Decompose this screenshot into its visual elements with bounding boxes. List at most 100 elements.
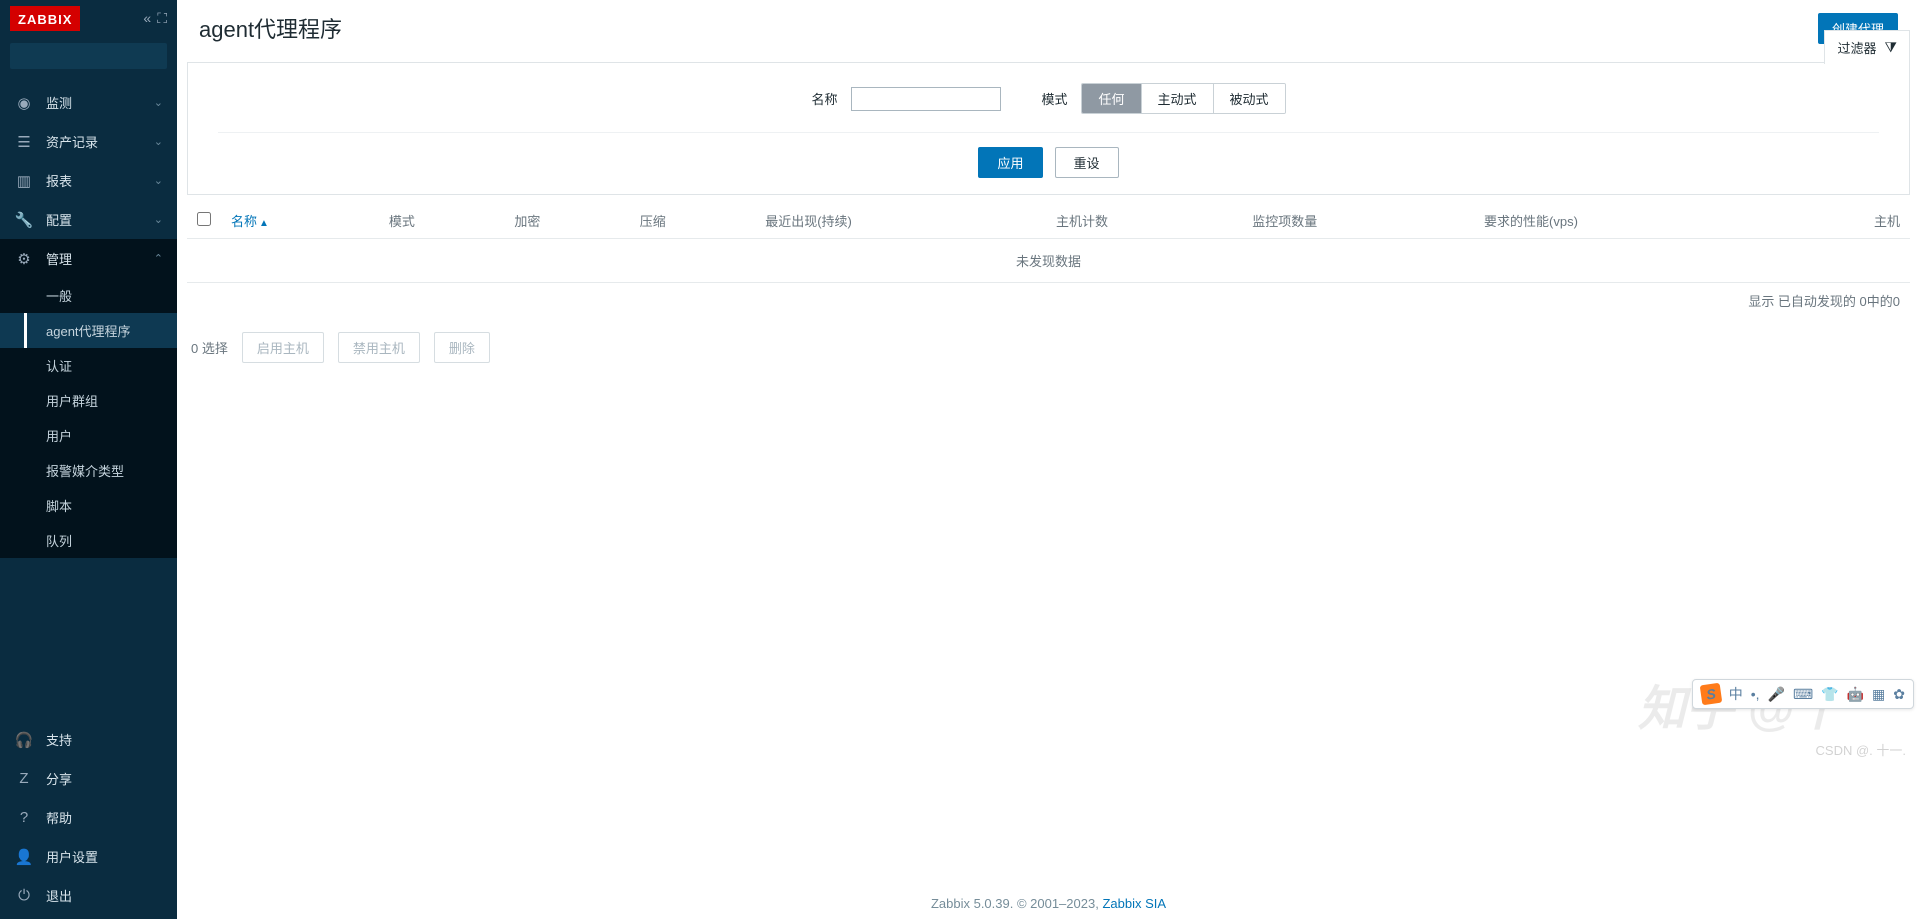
footer-link[interactable]: Zabbix SIA [1102, 896, 1166, 911]
chevron-down-icon: ⌄ [154, 135, 163, 148]
search-input[interactable] [18, 49, 194, 64]
chevron-up-icon: ⌃ [154, 252, 163, 265]
col-hostcount[interactable]: 主机计数 [1046, 203, 1242, 239]
sidebar: ZABBIX « ⛶ 🔍 ◉监测⌄ ☰资产记录⌄ ▥报表⌄ 🔧配置⌄ ⚙管理⌃ … [0, 0, 177, 919]
filter-tab-label: 过滤器 [1837, 38, 1876, 57]
sub-usergroups[interactable]: 用户群组 [0, 383, 177, 418]
nav-label: 用户设置 [46, 847, 98, 866]
sub-mediatypes[interactable]: 报警媒介类型 [0, 453, 177, 488]
nav-label: 资产记录 [46, 132, 98, 151]
user-icon: 👤 [14, 848, 34, 866]
page-title: agent代理程序 [199, 12, 342, 44]
filter-name-input[interactable] [851, 87, 1001, 111]
col-itemcount[interactable]: 监控项数量 [1242, 203, 1474, 239]
col-vps[interactable]: 要求的性能(vps) [1474, 203, 1784, 239]
apply-button[interactable]: 应用 [978, 147, 1042, 178]
chevron-down-icon: ⌄ [154, 174, 163, 187]
sidebar-search[interactable]: 🔍 [10, 43, 167, 69]
gear-icon: ⚙ [14, 250, 34, 268]
col-encryption[interactable]: 加密 [504, 203, 629, 239]
nav-label: 分享 [46, 769, 72, 788]
nav-help[interactable]: ? 帮助 [0, 798, 177, 837]
chart-icon: ▥ [14, 172, 34, 190]
sort-asc-icon: ▲ [259, 218, 269, 229]
filter-container: 过滤器 ⧩ 名称 模式 任何 主动式 [187, 62, 1910, 195]
mode-active-button[interactable]: 主动式 [1142, 84, 1214, 113]
filter-mode-field: 模式 任何 主动式 被动式 [1041, 83, 1285, 114]
sub-proxies[interactable]: agent代理程序 [0, 313, 177, 348]
main-content: agent代理程序 创建代理 过滤器 ⧩ 名称 模式 [177, 0, 1920, 919]
nav-label: 帮助 [46, 808, 72, 827]
nav-label: 退出 [46, 886, 72, 905]
main-nav: ◉监测⌄ ☰资产记录⌄ ▥报表⌄ 🔧配置⌄ ⚙管理⌃ [0, 83, 177, 278]
nav-label: 配置 [46, 210, 72, 229]
eye-icon: ◉ [14, 94, 34, 112]
ime-lang-icon[interactable]: 中 [1729, 684, 1743, 704]
nav-admin[interactable]: ⚙ 管理 ⌃ [0, 239, 177, 278]
nav-usersettings[interactable]: 👤 用户设置 [0, 837, 177, 876]
col-mode[interactable]: 模式 [379, 203, 504, 239]
ime-mic-icon[interactable]: 🎤 [1768, 686, 1785, 703]
mode-any-button[interactable]: 任何 [1082, 84, 1141, 113]
filter-box: 名称 模式 任何 主动式 被动式 应用 [187, 62, 1910, 195]
select-all-checkbox[interactable] [197, 212, 211, 226]
logo[interactable]: ZABBIX [10, 6, 80, 31]
nav-reports[interactable]: ▥ 报表 ⌄ [0, 161, 177, 200]
headset-icon: 🎧 [14, 731, 34, 749]
col-host[interactable]: 主机 [1785, 203, 1910, 239]
nav-config[interactable]: 🔧配置⌄ [0, 200, 177, 239]
fullscreen-icon[interactable]: ⛶ [157, 10, 167, 27]
nav-support[interactable]: 🎧 支持 [0, 720, 177, 759]
power-icon: ⏻ [14, 887, 34, 904]
bottom-nav: 🎧 支持 Z分享 ? 帮助 👤 用户设置 ⏻ 退出 [0, 720, 177, 919]
nav-label: 管理 [46, 249, 72, 268]
sub-users[interactable]: 用户 [0, 418, 177, 453]
nav-label: 支持 [46, 730, 72, 749]
enable-hosts-button[interactable]: 启用主机 [242, 332, 324, 363]
proxy-table: 名称▲ 模式 加密 压缩 最近出现(持续) 主机计数 监控项数量 要求的性能(v… [187, 203, 1910, 283]
nav-logout[interactable]: ⏻ 退出 [0, 876, 177, 915]
sub-general[interactable]: 一般 [0, 278, 177, 313]
sub-queue[interactable]: 队列 [0, 523, 177, 558]
ime-robot-icon[interactable]: 🤖 [1847, 686, 1864, 703]
csdn-watermark: CSDN @. 十一. [1816, 740, 1906, 759]
mode-segment: 任何 主动式 被动式 [1081, 83, 1285, 114]
ime-logo-icon: S [1699, 683, 1722, 706]
ime-settings-icon[interactable]: ✿ [1893, 686, 1905, 703]
empty-row: 未发现数据 [187, 239, 1910, 283]
nav-monitoring[interactable]: ◉ 监测 ⌄ [0, 83, 177, 122]
col-name[interactable]: 名称▲ [221, 203, 379, 239]
help-icon: ? [14, 809, 34, 826]
page-footer: Zabbix 5.0.39. © 2001–2023, Zabbix SIA [177, 878, 1920, 919]
nav-share[interactable]: Z分享 [0, 759, 177, 798]
mode-passive-button[interactable]: 被动式 [1214, 84, 1285, 113]
nav-label: 监测 [46, 93, 72, 112]
table-summary: 显示 已自动发现的 0中的0 [1748, 291, 1900, 310]
nav-inventory[interactable]: ☰ 资产记录 ⌄ [0, 122, 177, 161]
ime-punct-icon[interactable]: •, [1751, 686, 1760, 702]
chevron-down-icon: ⌄ [154, 213, 163, 226]
delete-button[interactable]: 删除 [434, 332, 490, 363]
logo-row: ZABBIX « ⛶ [0, 0, 177, 37]
nav-label: 报表 [46, 171, 72, 190]
ime-keyboard-icon[interactable]: ⌨ [1793, 686, 1813, 703]
chevron-down-icon: ⌄ [154, 96, 163, 109]
bulk-actions: 0 选择 启用主机 禁用主机 删除 [187, 318, 1910, 363]
list-icon: ☰ [14, 133, 34, 151]
sub-auth[interactable]: 认证 [0, 348, 177, 383]
admin-subnav: 一般 agent代理程序 认证 用户群组 用户 报警媒介类型 脚本 队列 [0, 278, 177, 558]
col-lastseen[interactable]: 最近出现(持续) [755, 203, 1046, 239]
collapse-icon[interactable]: « [143, 10, 151, 27]
filter-name-label: 名称 [811, 89, 837, 108]
sub-scripts[interactable]: 脚本 [0, 488, 177, 523]
filter-icon: ⧩ [1885, 39, 1898, 56]
footer-text: Zabbix 5.0.39. © 2001–2023, [931, 896, 1102, 911]
filter-tab[interactable]: 过滤器 ⧩ [1824, 30, 1910, 64]
reset-button[interactable]: 重设 [1055, 147, 1119, 178]
filter-mode-label: 模式 [1041, 89, 1067, 108]
col-compression[interactable]: 压缩 [630, 203, 755, 239]
ime-skin-icon[interactable]: 👕 [1821, 686, 1838, 703]
disable-hosts-button[interactable]: 禁用主机 [338, 332, 420, 363]
ime-toolbar[interactable]: S 中 •, 🎤 ⌨ 👕 🤖 ▦ ✿ [1692, 679, 1914, 709]
ime-grid-icon[interactable]: ▦ [1872, 686, 1885, 703]
